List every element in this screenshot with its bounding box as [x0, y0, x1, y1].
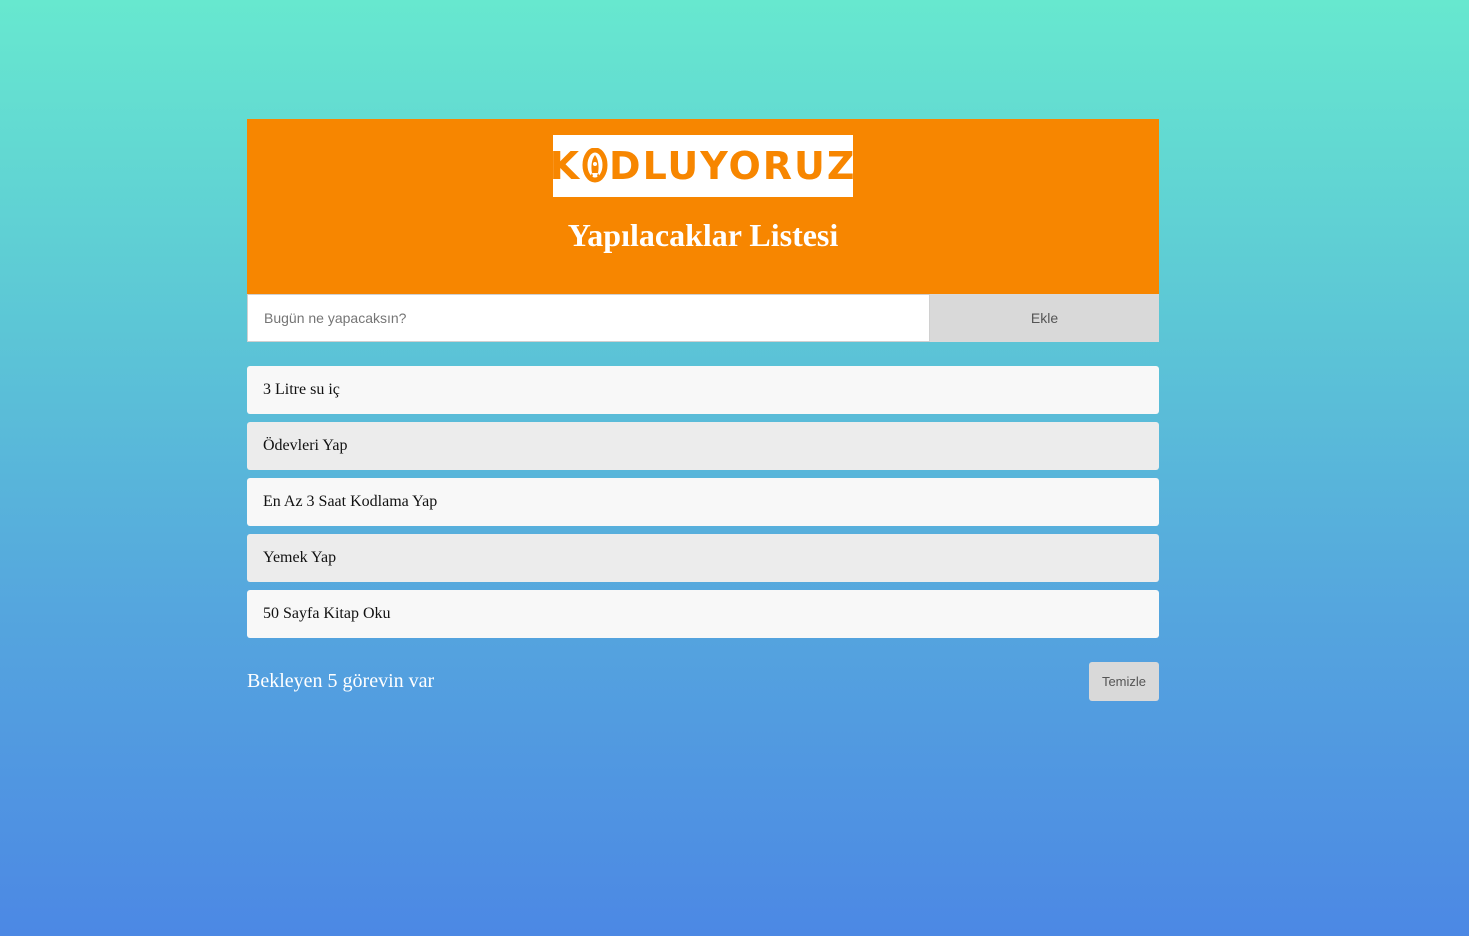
pending-count-text: Bekleyen 5 görevin var [247, 670, 435, 692]
page-title: Yapılacaklar Listesi [567, 217, 839, 253]
todo-app: K DLUYORUZ Yapılacaklar Listesi Ekle 3 L… [247, 119, 1159, 701]
list-item[interactable]: En Az 3 Saat Kodlama Yap [247, 478, 1159, 526]
list-footer: Bekleyen 5 görevin var Temizle [247, 662, 1159, 701]
rocket-o-icon [582, 148, 608, 183]
list-item[interactable]: Ödevleri Yap [247, 422, 1159, 470]
clear-button[interactable]: Temizle [1089, 662, 1159, 701]
add-task-form: Ekle [247, 294, 1159, 342]
add-button[interactable]: Ekle [930, 294, 1159, 342]
logo-text: K DLUYORUZ [550, 144, 857, 188]
task-input[interactable] [247, 294, 930, 342]
logo-letter-k: K [549, 144, 582, 188]
app-header: K DLUYORUZ Yapılacaklar Listesi [247, 119, 1159, 294]
kodluyoruz-logo: K DLUYORUZ [550, 135, 854, 197]
task-list: 3 Litre su iç Ödevleri Yap En Az 3 Saat … [247, 366, 1159, 638]
list-item[interactable]: 50 Sayfa Kitap Oku [247, 590, 1159, 638]
logo-letters-rest: DLUYORUZ [609, 144, 857, 188]
list-item[interactable]: 3 Litre su iç [247, 366, 1159, 414]
list-item[interactable]: Yemek Yap [247, 534, 1159, 582]
